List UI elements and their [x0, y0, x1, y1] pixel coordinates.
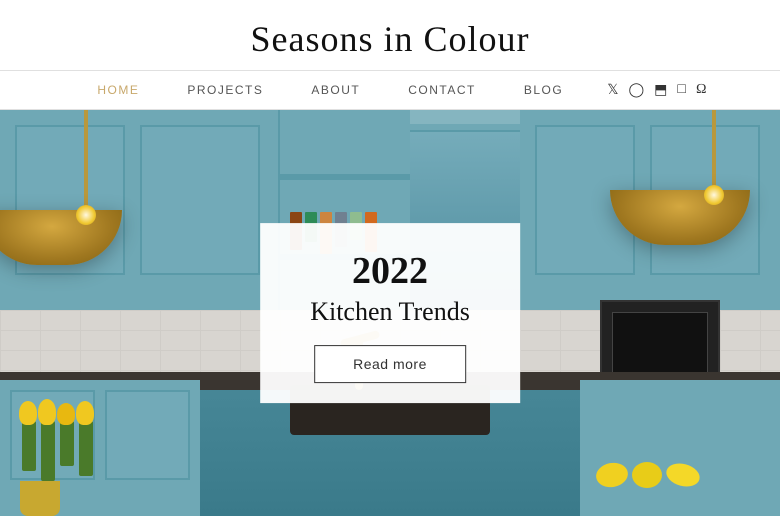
- cabinet-door: [140, 125, 260, 275]
- pendant-shade: [0, 210, 122, 265]
- pendant-bulb: [704, 185, 724, 205]
- pendant-light-right: [678, 110, 750, 245]
- facebook-icon[interactable]: □: [677, 82, 685, 98]
- nav-item-home[interactable]: HOME: [73, 79, 163, 101]
- pinterest-icon[interactable]: ⬒: [654, 82, 667, 99]
- flower-pot: [20, 481, 60, 516]
- nav-social: 𝕏 ◯ ⬒ □ Ω: [607, 82, 706, 99]
- twitter-icon[interactable]: 𝕏: [607, 82, 618, 99]
- hero-overlay-card: 2022 Kitchen Trends Read more: [260, 223, 520, 403]
- lemons-decor: [596, 462, 700, 488]
- site-header: Seasons in Colour: [0, 0, 780, 70]
- pendant-chain: [84, 110, 88, 210]
- shelf-board: [280, 174, 410, 180]
- nav-item-blog[interactable]: BLOG: [500, 79, 587, 101]
- read-more-button[interactable]: Read more: [314, 345, 466, 383]
- nav-links: HOME PROJECTS ABOUT CONTACT BLOG: [73, 79, 587, 101]
- pendant-light-left: [50, 110, 122, 265]
- nav-item-projects[interactable]: PROJECTS: [163, 79, 287, 101]
- nav-bar: HOME PROJECTS ABOUT CONTACT BLOG 𝕏 ◯ ⬒ □…: [0, 70, 780, 110]
- hero-section: 2022 Kitchen Trends Read more: [0, 110, 780, 516]
- tulips-decor: [22, 421, 93, 481]
- cabinet-lower-right: [580, 380, 780, 516]
- pendant-chain: [712, 110, 716, 190]
- site-title: Seasons in Colour: [0, 18, 780, 60]
- nav-item-about[interactable]: ABOUT: [287, 79, 384, 101]
- hero-background: 2022 Kitchen Trends Read more: [0, 110, 780, 516]
- houzz-icon[interactable]: Ω: [696, 82, 707, 98]
- cabinet-door: [105, 390, 190, 480]
- card-title: Kitchen Trends: [310, 297, 470, 327]
- instagram-icon[interactable]: ◯: [628, 82, 644, 99]
- card-year: 2022: [310, 251, 470, 293]
- nav-item-contact[interactable]: CONTACT: [384, 79, 500, 101]
- pendant-bulb: [76, 205, 96, 225]
